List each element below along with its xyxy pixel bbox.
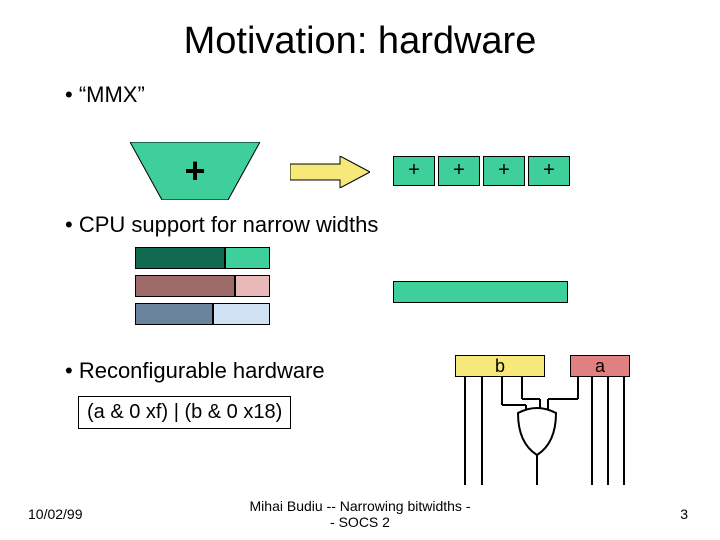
cpu-bar-segment [235, 275, 270, 297]
cpu-bar-segment [225, 247, 270, 269]
big-alu-plus: + [130, 150, 260, 192]
reconfigurable-circuit: b a [440, 355, 640, 495]
cpu-bar-segment [213, 303, 270, 325]
cpu-width-bars [135, 247, 270, 331]
cpu-bar-segment [135, 275, 235, 297]
footer-center-line2: - SOCS 2 [330, 514, 390, 530]
alu-small-4: + [528, 156, 570, 186]
cpu-bar-segment [135, 247, 225, 269]
alu-array: + + + + [393, 156, 570, 186]
footer-center: Mihai Budiu -- Narrowing bitwidths - - S… [0, 498, 720, 530]
bullet-reconf: • Reconfigurable hardware [65, 358, 325, 384]
alu-small-2: + [438, 156, 480, 186]
wide-register [393, 281, 568, 303]
alu-small-3: + [483, 156, 525, 186]
footer-center-line1: Mihai Budiu -- Narrowing bitwidths - [250, 498, 471, 514]
big-alu: + [130, 142, 260, 200]
alu-small-1: + [393, 156, 435, 186]
cpu-bar-segment [135, 303, 213, 325]
bullet-cpu: • CPU support for narrow widths [65, 212, 378, 238]
slide-title: Motivation: hardware [0, 20, 720, 63]
footer-page-number: 3 [680, 506, 688, 522]
cpu-bar-row [135, 275, 270, 297]
cpu-bar-row [135, 303, 270, 325]
transform-arrow [290, 156, 370, 188]
cpu-bar-row [135, 247, 270, 269]
expression-box: (a & 0 xf) | (b & 0 x18) [78, 396, 291, 429]
bullet-mmx: • “MMX” [65, 82, 145, 108]
